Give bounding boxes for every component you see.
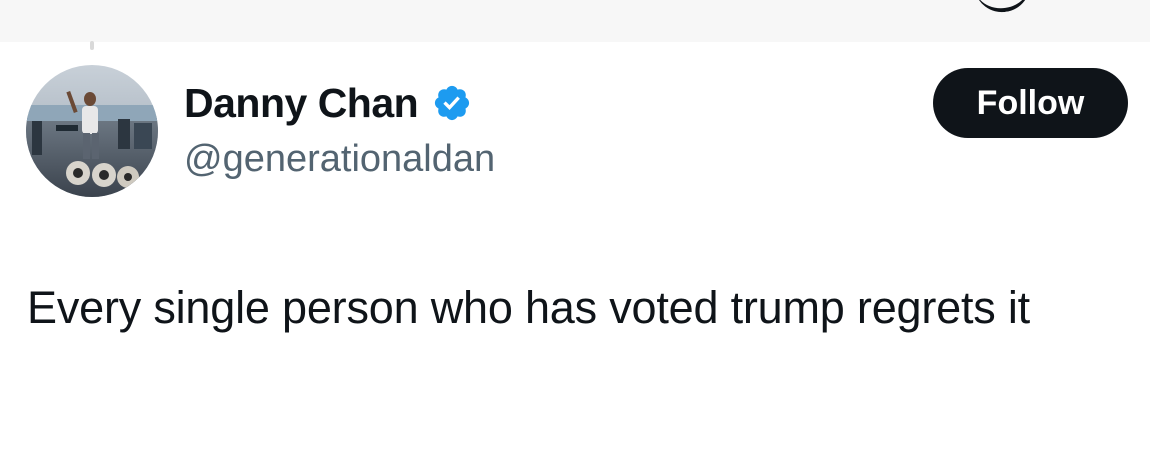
tweet-text: Every single person who has voted trump … bbox=[27, 282, 1030, 333]
thread-line bbox=[90, 41, 94, 50]
author-name-row[interactable]: Danny Chan bbox=[184, 78, 472, 128]
top-bar bbox=[0, 0, 1150, 42]
avatar[interactable] bbox=[26, 65, 158, 197]
verified-badge-icon[interactable] bbox=[432, 83, 472, 123]
partial-icon bbox=[974, 0, 1034, 16]
follow-button[interactable]: Follow bbox=[933, 68, 1128, 138]
avatar-photo bbox=[26, 65, 158, 197]
display-name[interactable]: Danny Chan bbox=[184, 78, 419, 128]
author-handle[interactable]: @generationaldan bbox=[184, 136, 495, 182]
